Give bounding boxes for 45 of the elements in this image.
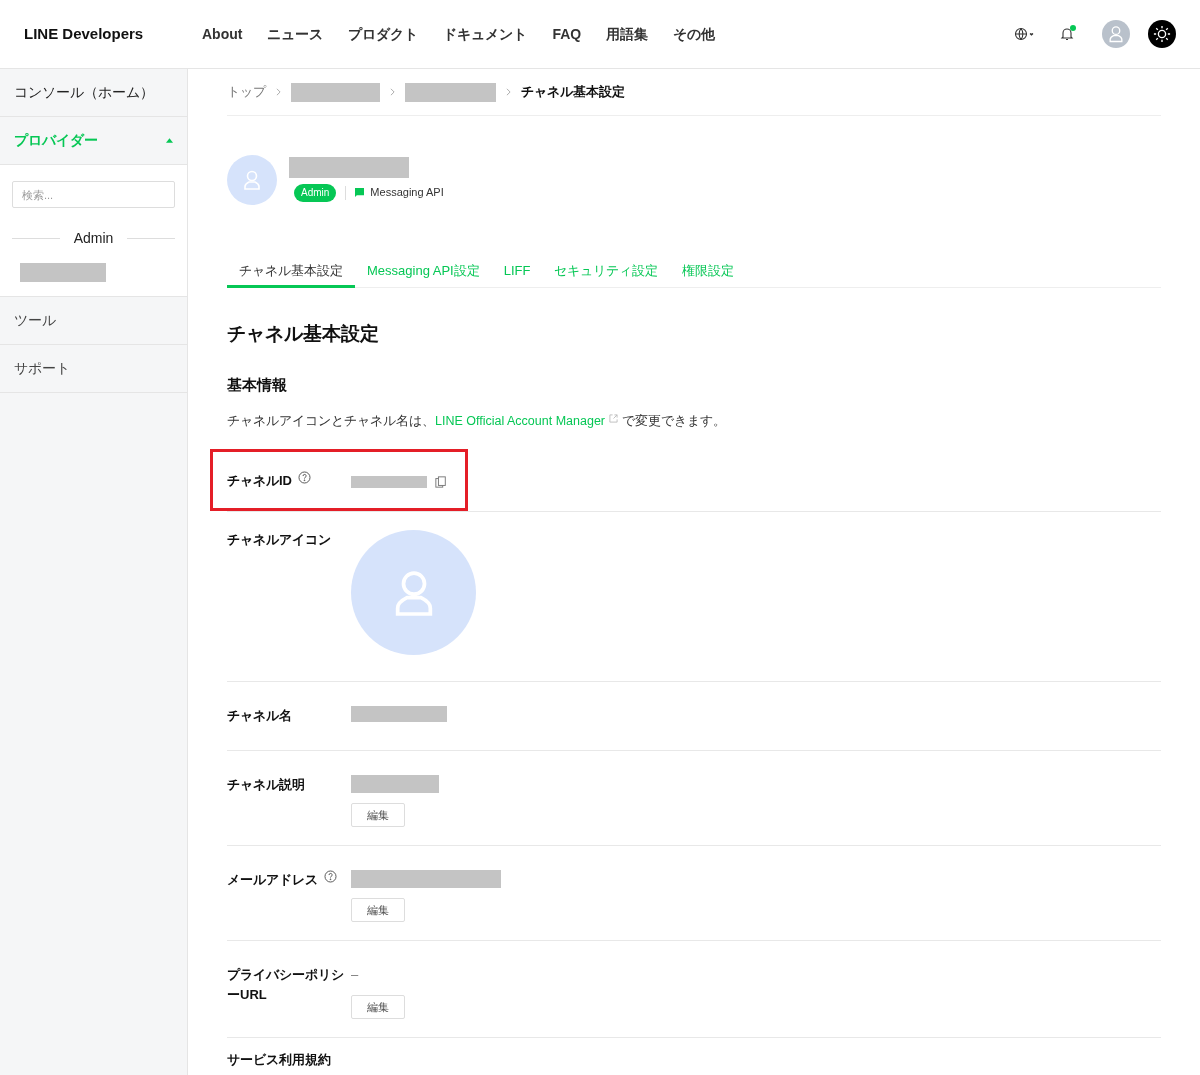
sidebar-item[interactable]: サポート bbox=[0, 345, 187, 393]
section-title: 基本情報 bbox=[227, 375, 288, 395]
globe-icon[interactable] bbox=[1012, 27, 1036, 41]
field-label: プライバシーポリシーURL bbox=[227, 966, 345, 1004]
nav-link[interactable]: ニュース bbox=[267, 23, 324, 45]
external-link-icon bbox=[609, 413, 618, 423]
channel-type: Messaging API bbox=[370, 185, 444, 201]
role-badge: Admin bbox=[294, 183, 337, 202]
sidebar-item[interactable]: ツール bbox=[0, 297, 187, 345]
copy-icon[interactable] bbox=[435, 476, 447, 488]
field-label: チャネル名 bbox=[227, 707, 292, 725]
sun-icon bbox=[1153, 25, 1171, 43]
edit-button[interactable]: 編集 bbox=[351, 995, 405, 1019]
caret-icon[interactable] bbox=[166, 138, 173, 143]
nav-link[interactable]: ドキュメント bbox=[443, 23, 528, 45]
field-label: チャネル説明 bbox=[227, 776, 305, 794]
edit-button[interactable]: 編集 bbox=[351, 803, 405, 827]
chevron-icon bbox=[390, 88, 395, 96]
chat-icon bbox=[355, 188, 365, 197]
field-label: チャネルアイコン bbox=[227, 531, 331, 549]
theme-toggle[interactable] bbox=[1148, 20, 1176, 48]
breadcrumb-current: チャネル基本設定 bbox=[521, 83, 625, 102]
help-icon[interactable] bbox=[324, 870, 337, 883]
site-logo[interactable]: LINE Developers bbox=[24, 22, 202, 46]
search-field[interactable]: 検索... bbox=[12, 181, 175, 208]
field-label: メールアドレス bbox=[227, 871, 318, 889]
tab[interactable]: チャネル基本設定 bbox=[227, 256, 355, 288]
nav-link[interactable]: FAQ bbox=[552, 23, 582, 45]
nav-link[interactable]: About bbox=[202, 23, 243, 45]
note-text: で変更できます。 bbox=[622, 413, 726, 430]
nav-link[interactable]: 用語集 bbox=[606, 23, 649, 45]
note-text: チャネルアイコンとチャネル名は、 bbox=[227, 413, 435, 430]
nav-link[interactable]: その他 bbox=[673, 23, 716, 45]
edit-button[interactable]: 編集 bbox=[351, 898, 405, 922]
empty-value: – bbox=[351, 966, 359, 984]
field-label: チャネルID bbox=[227, 472, 292, 490]
help-icon[interactable] bbox=[298, 471, 311, 484]
nav-link[interactable]: プロダクト bbox=[348, 23, 419, 45]
bell-icon[interactable] bbox=[1060, 27, 1074, 41]
chevron-icon bbox=[506, 88, 511, 96]
breadcrumb-link[interactable]: トップ bbox=[227, 82, 266, 102]
chevron-icon bbox=[276, 88, 281, 96]
page-title: チャネル基本設定 bbox=[227, 322, 380, 346]
field-label: サービス利用規約 bbox=[227, 1051, 331, 1069]
group-label: Admin bbox=[73, 229, 114, 248]
